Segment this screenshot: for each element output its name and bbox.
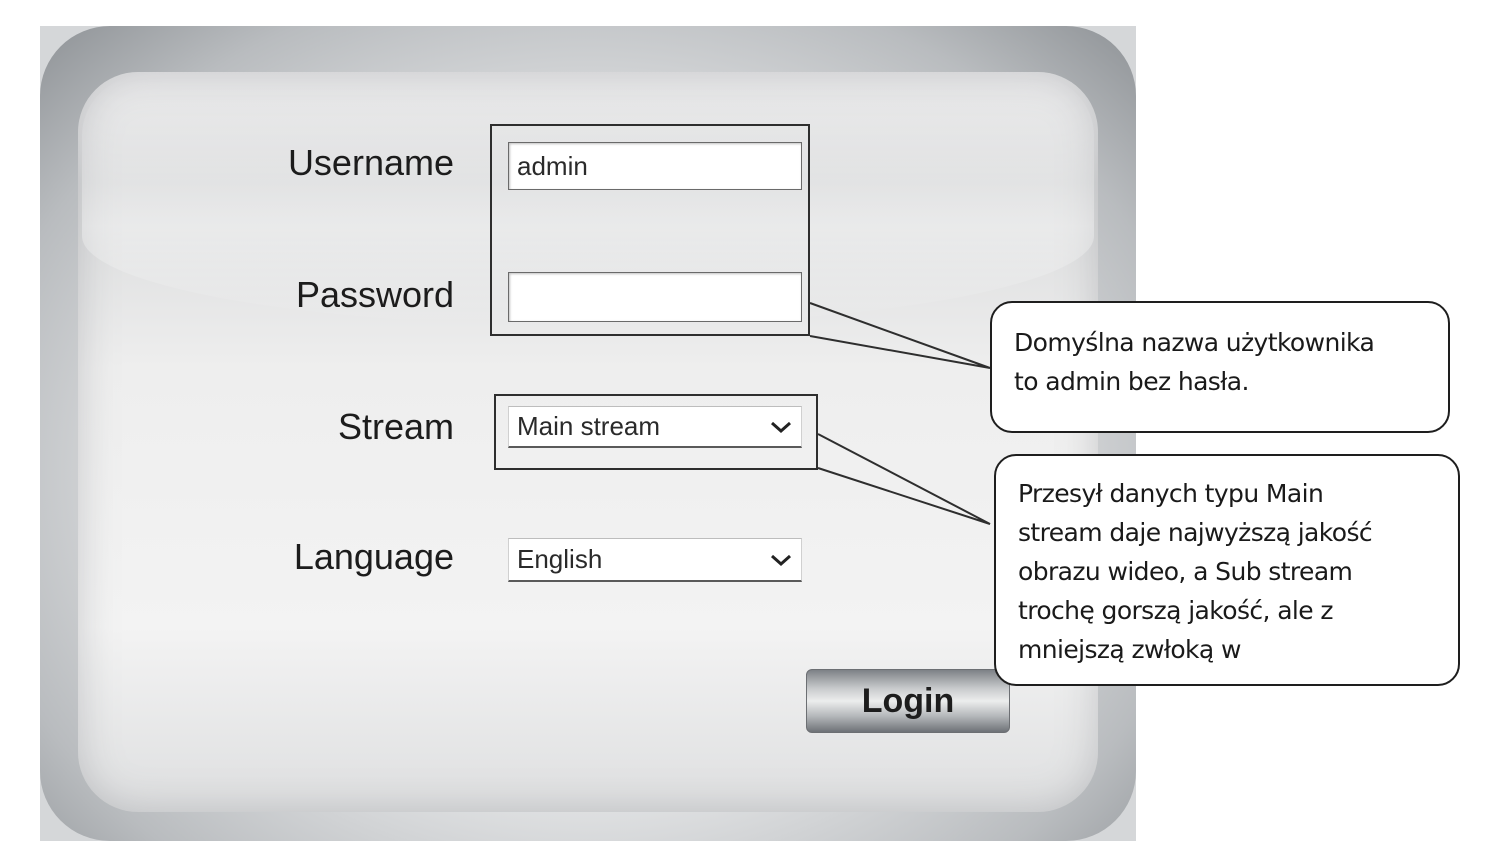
credentials-callout: Domyślna nazwa użytkownika to admin bez … [990, 301, 1450, 433]
login-screen: Username Password Stream Language admin … [0, 0, 1487, 841]
stream-leader-line [817, 433, 991, 525]
credentials-leader-line [809, 302, 991, 369]
stream-callout: Przesył danych typu Main stream daje naj… [994, 454, 1460, 686]
